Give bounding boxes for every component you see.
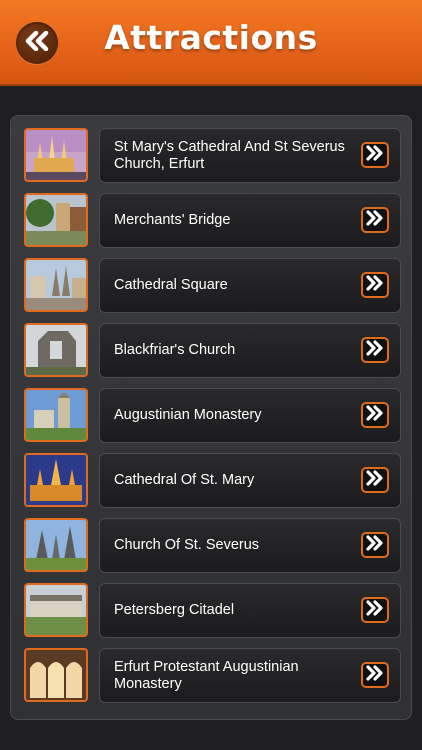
open-attraction-button[interactable] bbox=[361, 142, 389, 168]
attraction-label-box: Merchants' Bridge bbox=[99, 193, 401, 248]
double-chevron-right-icon bbox=[365, 209, 385, 231]
attraction-label-box: Augustinian Monastery bbox=[99, 388, 401, 443]
app-header: Attractions bbox=[0, 0, 422, 86]
attraction-label-box: Blackfriar's Church bbox=[99, 323, 401, 378]
attraction-name: Petersberg Citadel bbox=[114, 602, 235, 618]
attraction-thumbnail bbox=[24, 323, 88, 377]
attraction-thumbnail bbox=[24, 518, 88, 572]
double-chevron-right-icon bbox=[365, 274, 385, 296]
page-title: Attractions bbox=[104, 18, 318, 57]
open-attraction-button[interactable] bbox=[361, 662, 389, 688]
open-attraction-button[interactable] bbox=[361, 597, 389, 623]
attraction-thumbnail bbox=[24, 193, 88, 247]
attraction-name: Erfurt Protestant Augustinian Monastery bbox=[114, 658, 299, 692]
attraction-thumbnail bbox=[24, 648, 88, 702]
attraction-label-box: Church Of St. Severus bbox=[99, 518, 401, 573]
list-item[interactable]: Merchants' Bridge bbox=[24, 193, 411, 250]
attraction-thumbnail bbox=[24, 583, 88, 637]
attraction-thumbnail bbox=[24, 388, 88, 442]
attractions-list: St Mary's Cathedral And St Severus Churc… bbox=[10, 115, 412, 720]
open-attraction-button[interactable] bbox=[361, 207, 389, 233]
double-chevron-right-icon bbox=[365, 469, 385, 491]
double-chevron-right-icon bbox=[365, 144, 385, 166]
attraction-name: Blackfriar's Church bbox=[114, 342, 236, 358]
open-attraction-button[interactable] bbox=[361, 337, 389, 363]
open-attraction-button[interactable] bbox=[361, 402, 389, 428]
list-item[interactable]: Erfurt Protestant Augustinian Monastery bbox=[24, 648, 411, 705]
attraction-name: Augustinian Monastery bbox=[114, 407, 262, 423]
attraction-name: Cathedral Square bbox=[114, 277, 228, 293]
attraction-label-box: Cathedral Of St. Mary bbox=[99, 453, 401, 508]
list-item[interactable]: Cathedral Of St. Mary bbox=[24, 453, 411, 510]
open-attraction-button[interactable] bbox=[361, 467, 389, 493]
open-attraction-button[interactable] bbox=[361, 272, 389, 298]
list-item[interactable]: Petersberg Citadel bbox=[24, 583, 411, 640]
double-chevron-right-icon bbox=[365, 339, 385, 361]
attraction-label-box: St Mary's Cathedral And St Severus Churc… bbox=[99, 128, 401, 183]
attraction-thumbnail bbox=[24, 128, 88, 182]
double-chevron-right-icon bbox=[365, 664, 385, 686]
attraction-name: St Mary's Cathedral And St Severus Churc… bbox=[114, 138, 345, 172]
double-chevron-right-icon bbox=[365, 534, 385, 556]
attraction-label-box: Petersberg Citadel bbox=[99, 583, 401, 638]
attraction-name: Cathedral Of St. Mary bbox=[114, 472, 255, 488]
attraction-thumbnail bbox=[24, 258, 88, 312]
list-item[interactable]: Augustinian Monastery bbox=[24, 388, 411, 445]
double-chevron-right-icon bbox=[365, 404, 385, 426]
list-item[interactable]: Cathedral Square bbox=[24, 258, 411, 315]
list-item[interactable]: Church Of St. Severus bbox=[24, 518, 411, 575]
attraction-label-box: Erfurt Protestant Augustinian Monastery bbox=[99, 648, 401, 703]
double-chevron-right-icon bbox=[365, 599, 385, 621]
list-item[interactable]: Blackfriar's Church bbox=[24, 323, 411, 380]
attraction-label-box: Cathedral Square bbox=[99, 258, 401, 313]
attraction-thumbnail bbox=[24, 453, 88, 507]
open-attraction-button[interactable] bbox=[361, 532, 389, 558]
attraction-name: Merchants' Bridge bbox=[114, 212, 231, 228]
attraction-name: Church Of St. Severus bbox=[114, 537, 260, 553]
list-item[interactable]: St Mary's Cathedral And St Severus Churc… bbox=[24, 128, 411, 185]
